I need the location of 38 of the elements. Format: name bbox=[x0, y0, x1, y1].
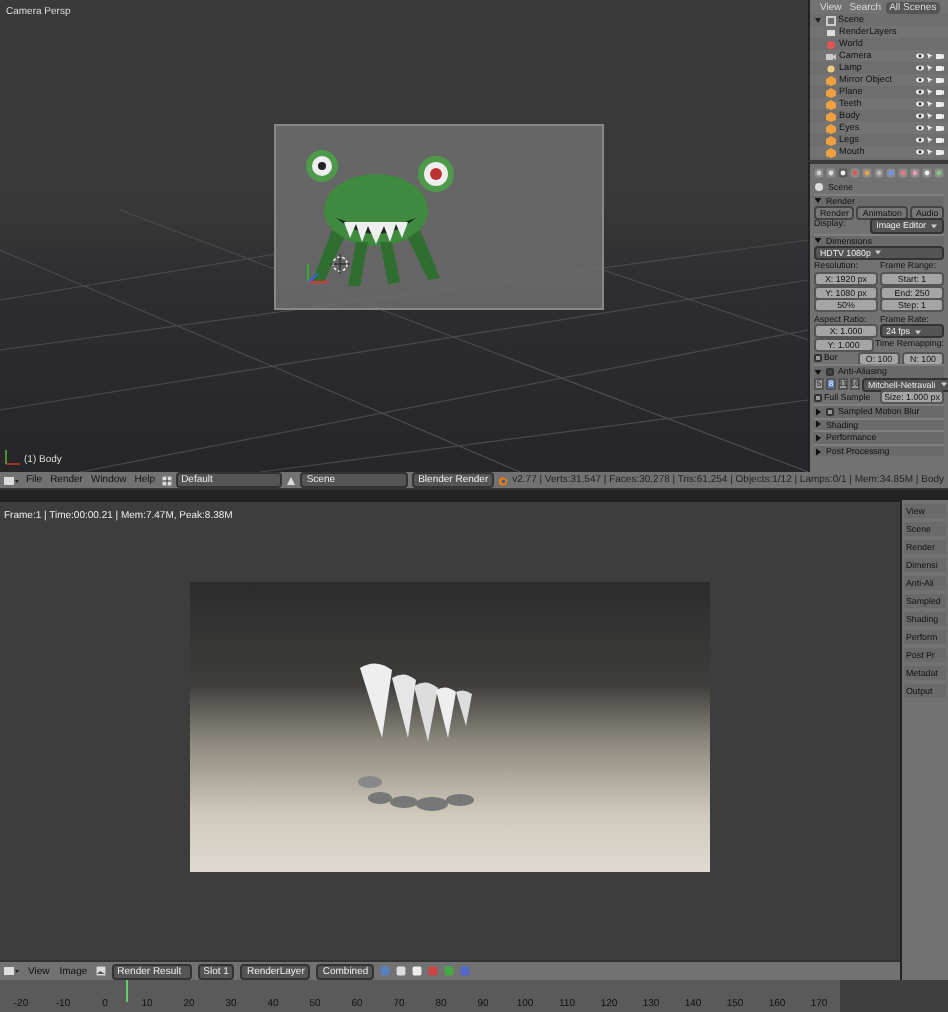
editor-type-icon bbox=[4, 966, 20, 976]
editor-type-icon bbox=[4, 475, 20, 485]
eye-icon bbox=[916, 148, 924, 156]
eye-icon bbox=[916, 136, 924, 144]
camera-icon bbox=[936, 52, 944, 60]
eye-icon bbox=[916, 88, 924, 96]
eye-icon bbox=[916, 76, 924, 84]
caret-icon bbox=[939, 380, 948, 389]
camera-icon bbox=[936, 88, 944, 96]
camera-icon bbox=[936, 148, 944, 156]
eye-icon bbox=[916, 112, 924, 120]
lamp-icon bbox=[826, 63, 836, 73]
checkbox[interactable] bbox=[826, 368, 834, 377]
camera-icon bbox=[936, 124, 944, 132]
camera-icon bbox=[826, 51, 836, 61]
eye-icon bbox=[916, 100, 924, 108]
checkbox[interactable] bbox=[814, 354, 822, 363]
image-icon bbox=[95, 966, 106, 976]
camera-icon bbox=[936, 100, 944, 108]
scene-icon bbox=[814, 181, 824, 192]
checkbox[interactable] bbox=[814, 393, 822, 402]
camera-icon bbox=[936, 136, 944, 144]
expand-arrow-icon bbox=[814, 16, 822, 24]
world-icon bbox=[826, 39, 836, 49]
blender-logo-icon bbox=[498, 475, 509, 485]
current-frame-line bbox=[126, 980, 128, 1002]
camera-icon bbox=[936, 64, 944, 72]
axis-icon bbox=[2, 448, 22, 468]
3d-cursor-icon bbox=[330, 254, 350, 274]
checkbox[interactable] bbox=[826, 407, 834, 416]
eye-icon bbox=[916, 52, 924, 60]
scene-icon bbox=[825, 15, 835, 25]
eye-icon bbox=[916, 64, 924, 72]
layers-icon bbox=[826, 27, 836, 37]
caret-icon bbox=[913, 327, 922, 336]
camera-icon bbox=[936, 112, 944, 120]
camera-icon bbox=[936, 76, 944, 84]
eye-icon bbox=[916, 124, 924, 132]
